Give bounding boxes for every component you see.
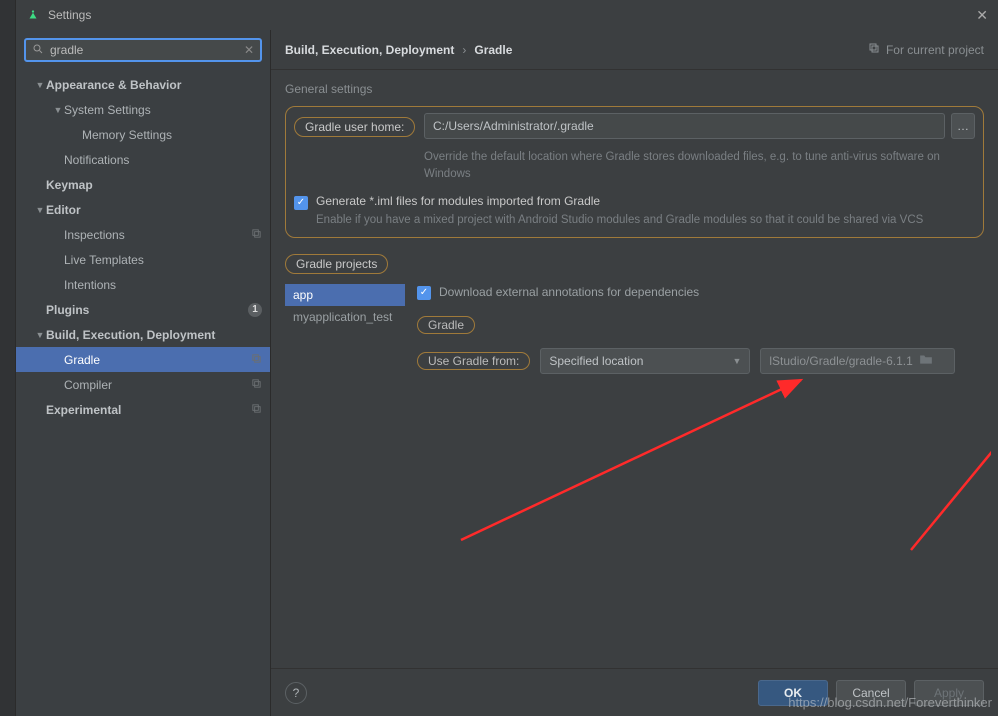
project-item-app[interactable]: app (285, 284, 405, 306)
use-gradle-from-select[interactable]: Specified location ▼ (540, 348, 750, 374)
download-annotations-label: Download external annotations for depend… (439, 285, 699, 299)
breadcrumb-current: Gradle (474, 43, 512, 57)
sidebar-item-label: Notifications (64, 153, 262, 167)
copy-icon (251, 403, 262, 417)
breadcrumb-bar: Build, Execution, Deployment › Gradle Fo… (271, 30, 998, 70)
sidebar-item-intentions[interactable]: Intentions (16, 272, 270, 297)
sidebar-item-label: Keymap (46, 178, 262, 192)
sidebar-item-experimental[interactable]: Experimental (16, 397, 270, 422)
project-list: app myapplication_test (285, 284, 405, 374)
download-annotations-checkbox[interactable]: ✓ (417, 286, 431, 300)
close-icon[interactable]: ✕ (976, 7, 988, 24)
sidebar-item-label: Build, Execution, Deployment (46, 328, 262, 342)
breadcrumb-parent[interactable]: Build, Execution, Deployment (285, 43, 454, 57)
project-item-myapp[interactable]: myapplication_test (285, 306, 405, 328)
chevron-icon: ▼ (34, 205, 46, 215)
sidebar-item-compiler[interactable]: Compiler (16, 372, 270, 397)
clear-search-icon[interactable]: ✕ (244, 43, 254, 57)
gradle-projects-title: Gradle projects (285, 254, 388, 274)
chevron-icon: ▼ (34, 330, 46, 340)
help-button[interactable]: ? (285, 682, 307, 704)
sidebar-item-label: Live Templates (64, 253, 262, 267)
sidebar-item-plugins[interactable]: Plugins1 (16, 297, 270, 322)
sidebar-item-label: Appearance & Behavior (46, 78, 262, 92)
dialog-title: Settings (48, 8, 91, 22)
android-studio-icon (26, 8, 40, 22)
sidebar-item-label: Intentions (64, 278, 262, 292)
chevron-right-icon: › (462, 43, 466, 57)
chevron-down-icon: ▼ (732, 356, 741, 366)
copy-icon (868, 42, 880, 57)
settings-dialog: Settings ✕ ✕ ▼Appearance & Behavior▼Syst… (15, 0, 998, 716)
sidebar-item-system-settings[interactable]: ▼System Settings (16, 97, 270, 122)
sidebar-item-memory-settings[interactable]: Memory Settings (16, 122, 270, 147)
gradle-user-home-input[interactable]: C:/Users/Administrator/.gradle (424, 113, 945, 139)
sidebar-item-label: Memory Settings (82, 128, 262, 142)
use-gradle-from-label: Use Gradle from: (417, 352, 530, 370)
generate-iml-label: Generate *.iml files for modules importe… (316, 194, 923, 208)
highlighted-group: Gradle user home: C:/Users/Administrator… (285, 106, 984, 238)
sidebar-item-label: Inspections (64, 228, 251, 242)
watermark: https://blog.csdn.net/Foreverthinker (788, 695, 992, 710)
copy-icon (251, 353, 262, 367)
chevron-icon: ▼ (34, 80, 46, 90)
content: General settings Gradle user home: C:/Us… (271, 70, 998, 668)
browse-button[interactable]: … (951, 113, 975, 139)
search-input-wrap[interactable]: ✕ (24, 38, 262, 62)
sidebar-item-label: Compiler (64, 378, 251, 392)
generate-iml-checkbox[interactable]: ✓ (294, 196, 308, 210)
gradle-user-home-hint: Override the default location where Grad… (424, 149, 975, 184)
sidebar-item-label: Editor (46, 203, 262, 217)
sidebar-item-keymap[interactable]: Keymap (16, 172, 270, 197)
sidebar-item-editor[interactable]: ▼Editor (16, 197, 270, 222)
gradle-user-home-label: Gradle user home: (294, 117, 415, 137)
sidebar-item-label: Experimental (46, 403, 251, 417)
sidebar-item-appearance-behavior[interactable]: ▼Appearance & Behavior (16, 72, 270, 97)
sidebar-item-label: System Settings (64, 103, 262, 117)
main-panel: Build, Execution, Deployment › Gradle Fo… (271, 30, 998, 716)
titlebar: Settings ✕ (16, 0, 998, 30)
update-badge: 1 (248, 303, 262, 317)
settings-tree: ▼Appearance & Behavior▼System SettingsMe… (16, 68, 270, 716)
sidebar: ✕ ▼Appearance & Behavior▼System Settings… (16, 30, 271, 716)
ide-gutter (0, 0, 15, 716)
generate-iml-hint: Enable if you have a mixed project with … (316, 212, 923, 229)
folder-icon (919, 353, 933, 368)
sidebar-item-gradle[interactable]: Gradle (16, 347, 270, 372)
sidebar-item-notifications[interactable]: Notifications (16, 147, 270, 172)
sidebar-item-label: Gradle (64, 353, 251, 367)
search-icon (32, 43, 44, 58)
sidebar-item-inspections[interactable]: Inspections (16, 222, 270, 247)
gradle-location-field[interactable]: lStudio/Gradle/gradle-6.1.1 (760, 348, 955, 374)
chevron-icon: ▼ (52, 105, 64, 115)
search-input[interactable] (50, 43, 244, 57)
copy-icon (251, 378, 262, 392)
gradle-subsection-label: Gradle (417, 316, 475, 334)
sidebar-item-build-execution-deployment[interactable]: ▼Build, Execution, Deployment (16, 322, 270, 347)
for-current-project: For current project (868, 42, 984, 57)
sidebar-item-label: Plugins (46, 303, 248, 317)
copy-icon (251, 228, 262, 242)
sidebar-item-live-templates[interactable]: Live Templates (16, 247, 270, 272)
general-settings-title: General settings (285, 82, 984, 96)
